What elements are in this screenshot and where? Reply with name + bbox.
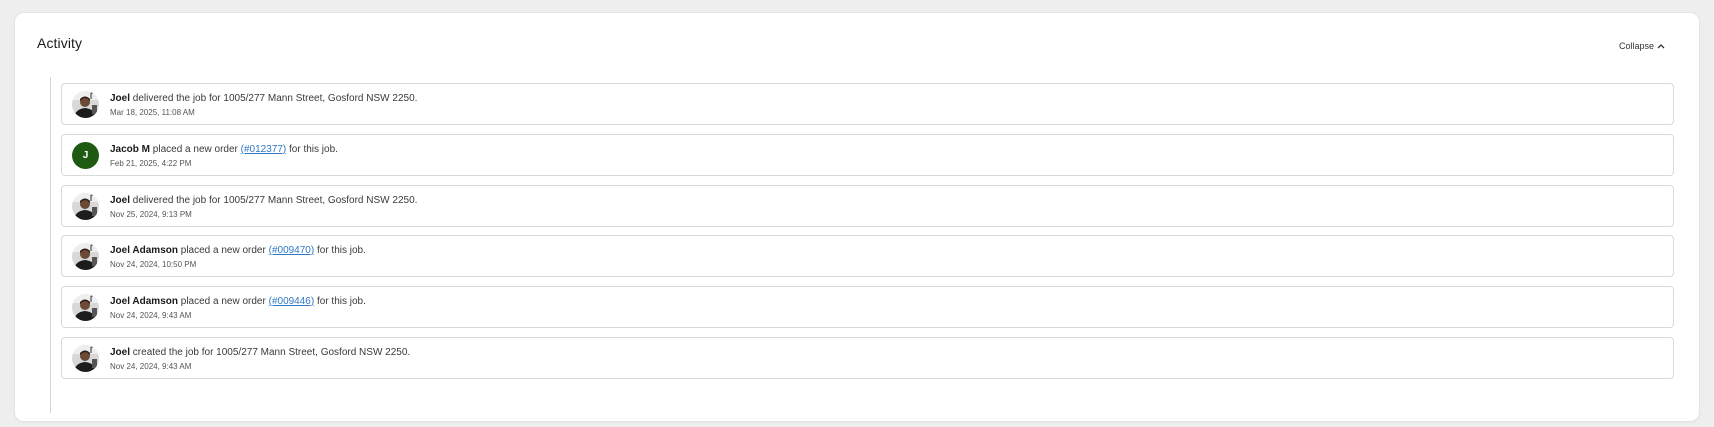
- activity-timestamp: Nov 24, 2024, 9:43 AM: [110, 362, 192, 371]
- action-suffix: for this job.: [316, 245, 366, 256]
- avatar-initial: J: [82, 150, 89, 161]
- activity-title: Activity: [37, 35, 83, 51]
- activity-item: J Jacob M placed a new order (#012377) f…: [61, 134, 1674, 176]
- activity-timestamp: Mar 18, 2025, 11:08 AM: [110, 108, 195, 117]
- activity-text: Joel delivered the job for 1005/277 Mann…: [110, 93, 417, 104]
- activity-timestamp: Feb 21, 2025, 4:22 PM: [110, 159, 192, 168]
- action-suffix: for this job.: [316, 296, 366, 307]
- action-text: placed a new order: [180, 245, 266, 256]
- action-text: created the job for 1005/277 Mann Street…: [132, 347, 411, 358]
- avatar: [72, 91, 99, 118]
- activity-text: Joel Adamson placed a new order (#009470…: [110, 245, 366, 256]
- actor-name: Joel Adamson: [110, 245, 178, 256]
- avatar: [72, 345, 99, 372]
- avatar: J: [72, 142, 99, 169]
- collapse-button[interactable]: Collapse: [1615, 39, 1669, 53]
- activity-card: Activity Collapse Joel delivered the job…: [15, 13, 1699, 421]
- activity-item: Joel Adamson placed a new order (#009470…: [61, 235, 1674, 277]
- activity-timeline: Joel delivered the job for 1005/277 Mann…: [50, 77, 1696, 413]
- actor-name: Joel: [110, 195, 131, 206]
- activity-item: Joel delivered the job for 1005/277 Mann…: [61, 185, 1674, 227]
- avatar: [72, 193, 99, 220]
- user-photo-icon: [72, 294, 99, 321]
- actor-name: Jacob M: [110, 144, 151, 155]
- collapse-label: Collapse: [1618, 41, 1654, 51]
- user-photo-icon: [72, 193, 99, 220]
- activity-text: Joel delivered the job for 1005/277 Mann…: [110, 195, 417, 206]
- activity-text: Joel created the job for 1005/277 Mann S…: [110, 347, 410, 358]
- order-link[interactable]: (#009446): [269, 296, 315, 307]
- actor-name: Joel: [110, 93, 131, 104]
- activity-timestamp: Nov 24, 2024, 10:50 PM: [110, 260, 197, 269]
- actor-name: Joel Adamson: [110, 296, 178, 307]
- user-photo-icon: [72, 91, 99, 118]
- action-suffix: for this job.: [289, 144, 338, 155]
- activity-timestamp: Nov 24, 2024, 9:43 AM: [110, 311, 192, 320]
- order-link[interactable]: (#012377): [241, 144, 287, 155]
- activity-item: Joel created the job for 1005/277 Mann S…: [61, 337, 1674, 379]
- action-text: placed a new order: [152, 144, 238, 155]
- user-photo-icon: [72, 243, 99, 270]
- chevron-up-icon: [1657, 44, 1665, 49]
- avatar: [72, 243, 99, 270]
- order-link[interactable]: (#009470): [269, 245, 315, 256]
- avatar: [72, 294, 99, 321]
- user-photo-icon: [72, 345, 99, 372]
- action-text: delivered the job for 1005/277 Mann Stre…: [132, 93, 418, 104]
- action-text: placed a new order: [180, 296, 266, 307]
- actor-name: Joel: [110, 347, 131, 358]
- action-text: delivered the job for 1005/277 Mann Stre…: [132, 195, 418, 206]
- activity-text: Jacob M placed a new order (#012377) for…: [110, 144, 338, 155]
- activity-item: Joel delivered the job for 1005/277 Mann…: [61, 83, 1674, 125]
- activity-timestamp: Nov 25, 2024, 9:13 PM: [110, 210, 192, 219]
- activity-text: Joel Adamson placed a new order (#009446…: [110, 296, 366, 307]
- activity-item: Joel Adamson placed a new order (#009446…: [61, 286, 1674, 328]
